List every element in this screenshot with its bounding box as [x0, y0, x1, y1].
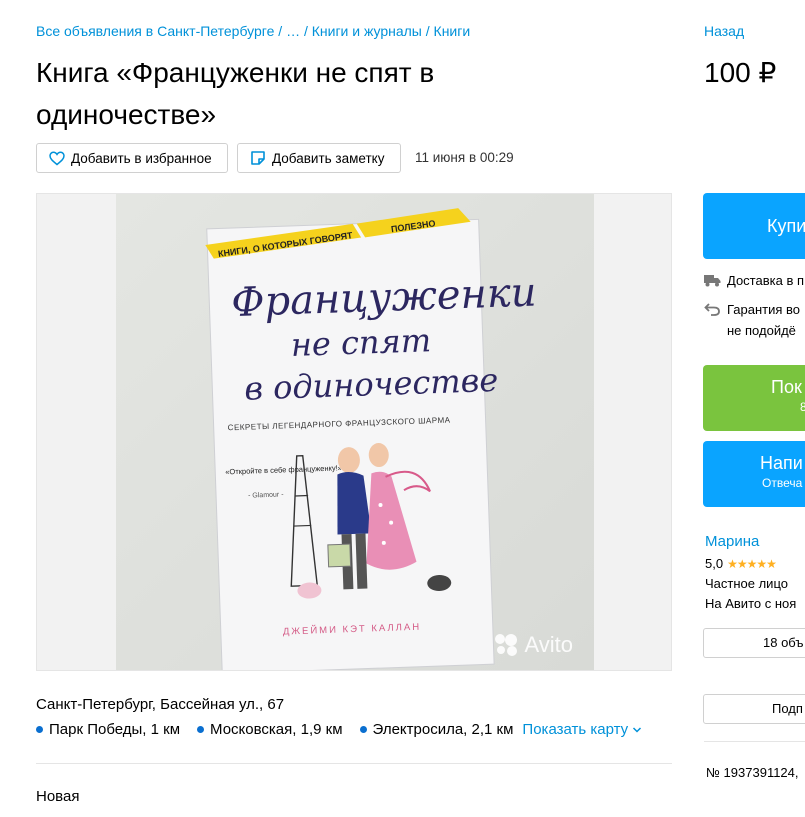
- seller-name-link[interactable]: Марина: [705, 533, 759, 550]
- add-note-button[interactable]: Добавить заметку: [237, 143, 401, 173]
- divider: [36, 763, 672, 764]
- note-label: Добавить заметку: [272, 150, 385, 166]
- rating-value: 5,0: [705, 556, 724, 571]
- ads-count-label: 18 объ: [763, 635, 804, 650]
- seller-type: Частное лицо: [705, 576, 788, 591]
- metro-dot-icon: [36, 726, 43, 733]
- metro-name: Парк Победы: [49, 721, 143, 738]
- metro-dot-icon: [359, 726, 367, 733]
- book-title-line-2: не спят: [290, 321, 431, 364]
- price: 100 ₽: [704, 57, 777, 88]
- subscribe-button[interactable]: Подп: [703, 694, 805, 724]
- breadcrumb-separator: /: [303, 23, 312, 39]
- show-map-link[interactable]: Показать карту: [522, 721, 642, 738]
- watermark-text: Avito: [524, 632, 573, 657]
- metro-name: Московская: [210, 721, 293, 738]
- avito-logo-icon: [495, 634, 518, 656]
- breadcrumb-separator: /: [278, 23, 287, 39]
- show-phone-label: Пок: [771, 377, 802, 397]
- posted-date: 11 июня в 00:29: [415, 150, 514, 165]
- phone-preview: 8: [800, 400, 805, 414]
- response-time-text: Отвеча: [762, 476, 803, 490]
- write-label: Напи: [760, 453, 803, 473]
- metro-distance: 1,9 км: [300, 721, 343, 738]
- truck-icon: [704, 275, 721, 287]
- avito-watermark: Avito: [494, 632, 573, 658]
- metro-station: Парк Победы, 1 км: [36, 721, 180, 738]
- address: Санкт-Петербург, Бассейная ул., 67: [36, 696, 285, 713]
- book-quote-source: - Glamour -: [248, 491, 284, 499]
- delivery-feature: Доставка в п: [704, 273, 804, 288]
- photo-gallery[interactable]: КНИГИ, О КОТОРЫХ ГОВОРЯТ ПОЛЕЗНО Француж…: [36, 193, 672, 671]
- breadcrumb-item-books-magazines[interactable]: Книги и журналы: [312, 23, 422, 39]
- delivery-text: Доставка в п: [727, 273, 804, 288]
- metro-distance: 2,1 км: [471, 721, 514, 738]
- return-arrow-icon: [704, 303, 720, 316]
- breadcrumb-separator: /: [425, 23, 434, 39]
- metro-distance: 1 км: [150, 721, 181, 738]
- breadcrumb: Все объявления в Санкт-Петербурге / … / …: [36, 23, 470, 39]
- metro-station: Электросила, 2,1 км: [359, 721, 514, 738]
- stars-icon: ★★★★★: [727, 556, 777, 571]
- heart-icon: [49, 151, 65, 165]
- seller-since: На Авито с ноя: [705, 596, 797, 611]
- show-map-label: Показать карту: [522, 721, 629, 738]
- product-photo[interactable]: КНИГИ, О КОТОРЫХ ГОВОРЯТ ПОЛЕЗНО Француж…: [116, 194, 594, 670]
- item-condition: Новая: [36, 788, 80, 805]
- metro-dot-icon: [197, 726, 205, 733]
- metro-station: Московская, 1,9 км: [197, 721, 343, 738]
- favorite-label: Добавить в избранное: [71, 150, 212, 166]
- guarantee-text-line-1: Гарантия во: [727, 302, 801, 317]
- breadcrumb-item-books[interactable]: Книги: [434, 23, 471, 39]
- metro-list: Парк Победы, 1 км Московская, 1,9 км Эле…: [36, 721, 642, 738]
- add-to-favorites-button[interactable]: Добавить в избранное: [36, 143, 228, 173]
- page-title: Книга «Француженки не спят в одиночестве…: [36, 57, 435, 130]
- breadcrumb-item-ellipsis[interactable]: …: [286, 23, 300, 39]
- guarantee-text-line-2: не подойдё: [727, 323, 796, 338]
- buy-button[interactable]: Купи: [703, 193, 805, 259]
- ad-number: № 1937391124,: [706, 765, 799, 780]
- back-link[interactable]: Назад: [704, 23, 744, 39]
- breadcrumb-item-all-ads[interactable]: Все объявления в Санкт-Петербурге: [36, 23, 274, 39]
- seller-rating: 5,0 ★★★★★: [705, 556, 777, 571]
- write-message-button[interactable]: Напи Отвеча: [703, 441, 805, 507]
- guarantee-feature: Гарантия во не подойдё: [704, 302, 800, 338]
- buy-label: Купи: [767, 216, 805, 236]
- note-icon: [251, 151, 265, 165]
- metro-name: Электросила: [372, 721, 464, 738]
- seller-ads-button[interactable]: 18 объ: [703, 628, 805, 658]
- show-phone-button[interactable]: Пок 8: [703, 365, 805, 431]
- subscribe-label: Подп: [772, 701, 803, 716]
- divider: [704, 741, 805, 742]
- book-cover-image: КНИГИ, О КОТОРЫХ ГОВОРЯТ ПОЛЕЗНО Француж…: [116, 194, 594, 670]
- chevron-down-icon: [633, 726, 642, 733]
